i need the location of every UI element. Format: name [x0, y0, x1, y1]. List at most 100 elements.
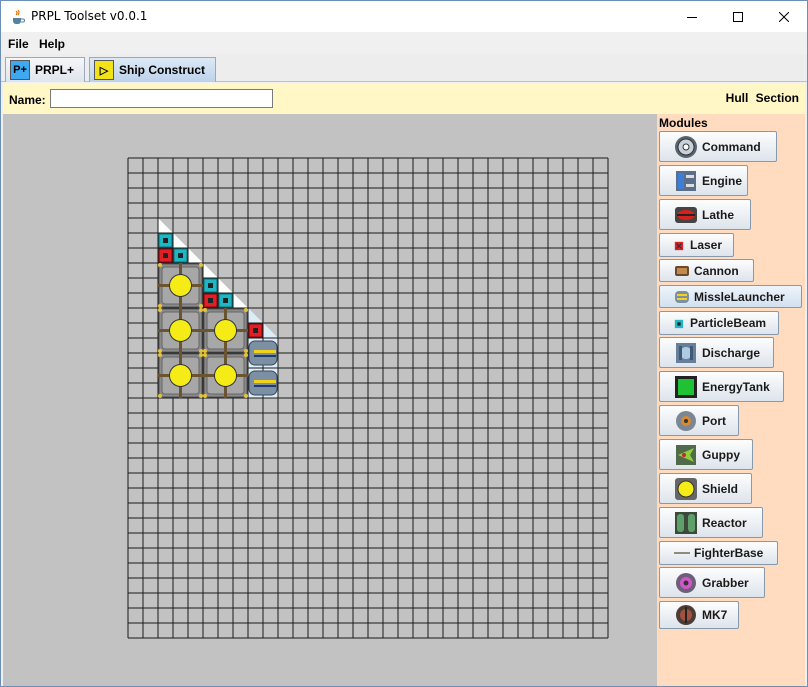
ship-canvas[interactable] — [3, 114, 657, 686]
menu-file[interactable]: File — [8, 37, 29, 51]
placed-shield-rivet — [199, 304, 203, 308]
placed-laser-core — [253, 328, 258, 333]
module-label: ParticleBeam — [690, 316, 767, 330]
tab-label: PRPL+ — [35, 63, 75, 77]
ship-grid[interactable] — [127, 157, 609, 639]
placed-missile-stripe — [254, 350, 276, 353]
lathe-icon — [674, 203, 698, 227]
placed-particle-beam-core — [163, 238, 168, 243]
modules-panel: Modules Command Engine Lathe Laser Cannon Mis… — [657, 114, 805, 686]
maximize-button[interactable] — [715, 1, 761, 32]
particle-beam-icon — [674, 318, 684, 329]
placed-shield-rivet — [203, 349, 207, 353]
module-button-cannon[interactable]: Cannon — [659, 259, 754, 282]
modules-title: Modules — [659, 116, 708, 130]
hull-section-label[interactable]: Hull Section — [726, 91, 799, 105]
module-button-engine[interactable]: Engine — [659, 165, 748, 196]
placed-shield-rivet — [199, 308, 203, 312]
placed-laser-core — [163, 253, 168, 258]
cannon-icon — [674, 263, 690, 279]
module-button-laser[interactable]: Laser — [659, 233, 734, 257]
placed-shield-rivet — [199, 349, 203, 353]
placed-shield-core — [214, 364, 237, 387]
module-label: Reactor — [702, 515, 747, 530]
placed-missile-stripe-dark — [254, 385, 276, 387]
placed-particle-beam-core — [208, 283, 213, 288]
prpl-plus-icon: P+ — [10, 60, 30, 80]
placed-shield-rivet — [203, 394, 207, 398]
minimize-button[interactable] — [669, 1, 715, 32]
placed-shield-rivet — [158, 263, 162, 267]
module-button-mk7[interactable]: MK7 — [659, 601, 739, 629]
placed-shield-rivet — [158, 353, 162, 357]
module-button-shield[interactable]: Shield — [659, 473, 752, 504]
placed-shield-rivet — [244, 394, 248, 398]
guppy-icon — [674, 443, 698, 467]
fighter-base-icon — [674, 545, 690, 561]
module-button-port[interactable]: Port — [659, 405, 739, 436]
tab-bar: P+ PRPL+ ▷ Ship Construct — [1, 54, 807, 82]
module-label: Shield — [702, 481, 739, 496]
discharge-icon — [674, 341, 698, 365]
module-button-discharge[interactable]: Discharge — [659, 337, 774, 368]
module-button-reactor[interactable]: Reactor — [659, 507, 763, 538]
placed-shield-rivet — [199, 353, 203, 357]
mk7-icon — [674, 603, 698, 627]
module-label: FighterBase — [694, 546, 764, 560]
placed-particle-beam-core — [178, 253, 183, 258]
module-button-lathe[interactable]: Lathe — [659, 199, 751, 230]
menu-bar: File Help — [1, 32, 807, 54]
missile-launcher-icon — [674, 289, 690, 305]
maximize-icon — [733, 11, 743, 22]
placed-shield-core — [169, 319, 192, 342]
module-label: Grabber — [702, 575, 749, 590]
placed-shield-rivet — [158, 349, 162, 353]
placed-shield-rivet — [244, 349, 248, 353]
tab-ship-construct[interactable]: ▷ Ship Construct — [89, 57, 216, 82]
module-label: EnergyTank — [702, 379, 770, 394]
module-label: Discharge — [702, 345, 761, 360]
name-label: Name: — [9, 93, 46, 107]
ship-name-input[interactable] — [50, 89, 273, 108]
tab-prpl-plus[interactable]: P+ PRPL+ — [5, 57, 85, 82]
module-button-particlebeam[interactable]: ParticleBeam — [659, 311, 779, 335]
module-button-grabber[interactable]: Grabber — [659, 567, 765, 598]
placed-missile-stripe — [254, 380, 276, 383]
minimize-icon — [687, 16, 697, 18]
port-icon — [674, 409, 698, 433]
module-label: MissleLauncher — [694, 289, 785, 304]
energy-tank-icon — [674, 375, 698, 399]
reactor-icon — [674, 511, 698, 535]
title-bar[interactable]: PRPL Toolset v0.0.1 — [1, 1, 807, 32]
grabber-icon — [674, 571, 698, 595]
placed-shield-rivet — [199, 394, 203, 398]
module-button-guppy[interactable]: Guppy — [659, 439, 753, 470]
command-icon — [674, 135, 698, 159]
close-button[interactable] — [761, 1, 807, 32]
module-label: Engine — [702, 173, 743, 188]
engine-icon — [674, 169, 698, 193]
placed-missile-stripe-dark — [254, 355, 276, 357]
module-label: Guppy — [702, 447, 740, 462]
tab-label: Ship Construct — [119, 63, 205, 77]
window-title: PRPL Toolset v0.0.1 — [31, 9, 148, 23]
shield-icon — [674, 477, 698, 501]
placed-shield-rivet — [244, 308, 248, 312]
placed-shield-rivet — [158, 394, 162, 398]
module-button-command[interactable]: Command — [659, 131, 777, 162]
placed-shield-core — [169, 364, 192, 387]
module-label: Lathe — [702, 207, 735, 222]
module-label: Command — [702, 139, 761, 154]
menu-help[interactable]: Help — [39, 37, 65, 51]
ship-toolbar: Name: Hull Section — [3, 83, 805, 114]
module-button-fighterbase[interactable]: FighterBase — [659, 541, 778, 565]
module-button-misslelauncher[interactable]: MissleLauncher — [659, 285, 802, 308]
module-button-energytank[interactable]: EnergyTank — [659, 371, 784, 402]
placed-shield-core — [169, 274, 192, 297]
java-coffee-icon — [13, 9, 25, 24]
placed-shield-rivet — [203, 353, 207, 357]
close-icon — [779, 11, 789, 22]
placed-shield-rivet — [199, 263, 203, 267]
placed-shield-rivet — [244, 353, 248, 357]
module-label: Laser — [690, 238, 723, 252]
